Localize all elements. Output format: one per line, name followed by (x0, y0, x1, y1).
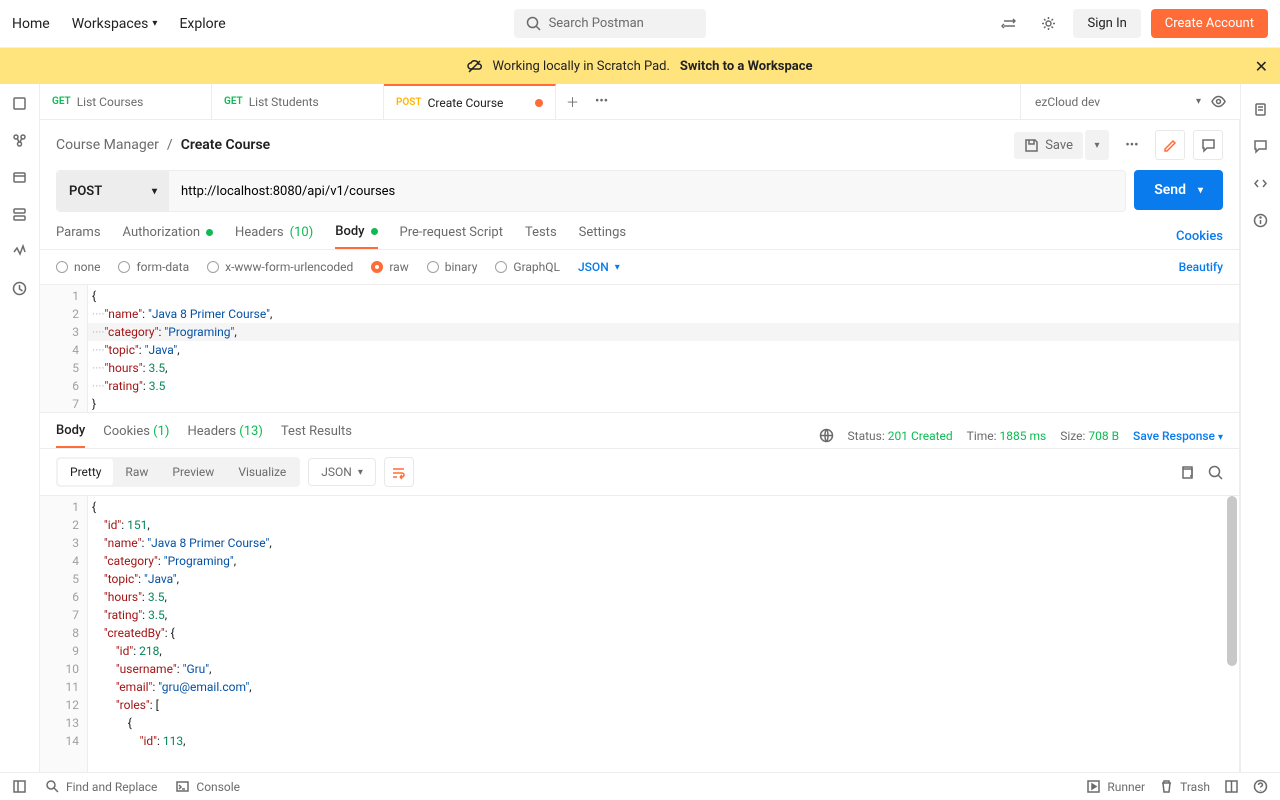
request-body-editor[interactable]: 1234567 {····"name": "Java 8 Primer Cour… (40, 284, 1239, 412)
resp-tab-cookies[interactable]: Cookies (1) (103, 424, 169, 447)
method-select[interactable]: POST▾ (57, 171, 169, 211)
resp-tab-tests[interactable]: Test Results (281, 424, 352, 447)
find-replace-button[interactable]: Find and Replace (45, 779, 157, 794)
breadcrumb: Course Manager / Create Course (56, 137, 270, 153)
environment-selector[interactable]: ezCloud dev ▾ (1020, 84, 1240, 119)
tab-headers[interactable]: Headers (10) (235, 225, 313, 248)
play-icon (1086, 779, 1101, 794)
beautify-button[interactable]: Beautify (1179, 260, 1223, 274)
signin-button[interactable]: Sign In (1073, 9, 1140, 38)
search-input[interactable]: Search Postman (514, 9, 706, 38)
save-response-button[interactable]: Save Response ▾ (1133, 429, 1223, 443)
code-icon[interactable] (1253, 176, 1268, 191)
radio-none[interactable]: none (56, 260, 100, 274)
tab-body[interactable]: Body (335, 224, 377, 249)
tab-params[interactable]: Params (56, 225, 101, 248)
new-tab-button[interactable]: ＋ (566, 92, 579, 111)
home-link[interactable]: Home (12, 16, 50, 32)
chevron-down-icon: ▾ (1196, 96, 1201, 107)
trash-icon (1159, 779, 1174, 794)
sidebar-toggle[interactable] (12, 779, 27, 794)
body-format-select[interactable]: JSON▾ (578, 260, 620, 274)
radio-form-data[interactable]: form-data (118, 260, 189, 274)
help-icon[interactable] (1253, 779, 1268, 794)
mock-servers-icon[interactable] (12, 207, 27, 222)
sync-icon[interactable] (993, 9, 1023, 39)
runner-button[interactable]: Runner (1086, 779, 1145, 794)
history-icon[interactable] (12, 281, 27, 296)
two-pane-icon[interactable] (1224, 779, 1239, 794)
tab-create-course[interactable]: POSTCreate Course (384, 84, 556, 119)
right-rail (1240, 84, 1280, 772)
console-icon (175, 779, 190, 794)
close-icon[interactable]: ✕ (1255, 57, 1268, 76)
console-button[interactable]: Console (175, 779, 240, 794)
radio-raw[interactable]: raw (371, 260, 408, 274)
breadcrumb-current: Create Course (181, 137, 271, 153)
apis-icon[interactable] (12, 133, 27, 148)
tab-tests[interactable]: Tests (525, 225, 557, 248)
scrollbar[interactable] (1227, 496, 1237, 666)
create-account-button[interactable]: Create Account (1151, 9, 1268, 38)
view-visualize[interactable]: Visualize (226, 459, 298, 485)
monitors-icon[interactable] (12, 244, 27, 259)
tab-options-button[interactable]: ••• (595, 94, 608, 109)
response-format-select[interactable]: JSON▾ (308, 458, 376, 486)
documentation-icon[interactable] (1253, 102, 1268, 117)
scratch-pad-banner: Working locally in Scratch Pad. Switch t… (0, 48, 1280, 84)
tabs-row: GETList CoursesGETList StudentsPOSTCreat… (40, 84, 1240, 120)
resp-tab-body[interactable]: Body (56, 423, 85, 448)
url-input[interactable] (169, 171, 1125, 211)
chevron-down-icon: ▾ (152, 18, 157, 29)
radio-xwww[interactable]: x-www-form-urlencoded (207, 260, 353, 274)
more-actions-button[interactable]: ••• (1117, 130, 1147, 160)
search-icon (526, 16, 541, 31)
tab-settings[interactable]: Settings (579, 225, 626, 248)
info-icon[interactable] (1253, 213, 1268, 228)
left-rail (0, 84, 40, 772)
edit-icon[interactable] (1155, 130, 1185, 160)
search-icon (45, 779, 60, 794)
eye-icon[interactable] (1211, 94, 1226, 109)
view-preview[interactable]: Preview (160, 459, 226, 485)
radio-graphql[interactable]: GraphQL (495, 260, 560, 274)
copy-icon[interactable] (1179, 465, 1194, 480)
breadcrumb-parent[interactable]: Course Manager (56, 137, 159, 153)
view-raw[interactable]: Raw (113, 459, 160, 485)
cloud-off-icon (467, 59, 482, 74)
tab-prerequest[interactable]: Pre-request Script (400, 225, 503, 248)
time-label: Time: 1885 ms (967, 429, 1047, 443)
topbar: Home Workspaces ▾ Explore Search Postman… (0, 0, 1280, 48)
response-body-viewer[interactable]: 1234567891011121314 { "id": 151, "name":… (40, 495, 1239, 772)
settings-icon[interactable] (1033, 9, 1063, 39)
radio-binary[interactable]: binary (427, 260, 478, 274)
save-dropdown[interactable]: ▾ (1085, 130, 1109, 160)
resp-tab-headers[interactable]: Headers (13) (187, 424, 262, 447)
workspaces-link[interactable]: Workspaces ▾ (72, 16, 158, 32)
wrap-lines-button[interactable] (384, 457, 414, 487)
comments-icon[interactable] (1253, 139, 1268, 154)
view-pretty[interactable]: Pretty (58, 459, 113, 485)
comment-icon[interactable] (1193, 130, 1223, 160)
tab-list-students[interactable]: GETList Students (212, 84, 384, 119)
send-button[interactable]: Send▾ (1134, 170, 1223, 210)
search-response-icon[interactable] (1208, 465, 1223, 480)
environments-icon[interactable] (12, 170, 27, 185)
globe-icon[interactable] (819, 428, 834, 443)
status-label: Status: 201 Created (848, 429, 953, 443)
trash-button[interactable]: Trash (1159, 779, 1210, 794)
tab-list-courses[interactable]: GETList Courses (40, 84, 212, 119)
save-icon (1024, 138, 1039, 153)
banner-text: Working locally in Scratch Pad. (492, 59, 669, 74)
save-button[interactable]: Save (1014, 132, 1083, 159)
switch-workspace-link[interactable]: Switch to a Workspace (680, 59, 813, 74)
cookies-link[interactable]: Cookies (1176, 229, 1223, 244)
tab-authorization[interactable]: Authorization (123, 225, 214, 248)
footer: Find and Replace Console Runner Trash (0, 772, 1280, 800)
collections-icon[interactable] (12, 96, 27, 111)
explore-link[interactable]: Explore (179, 16, 225, 32)
size-label: Size: 708 B (1060, 429, 1119, 443)
